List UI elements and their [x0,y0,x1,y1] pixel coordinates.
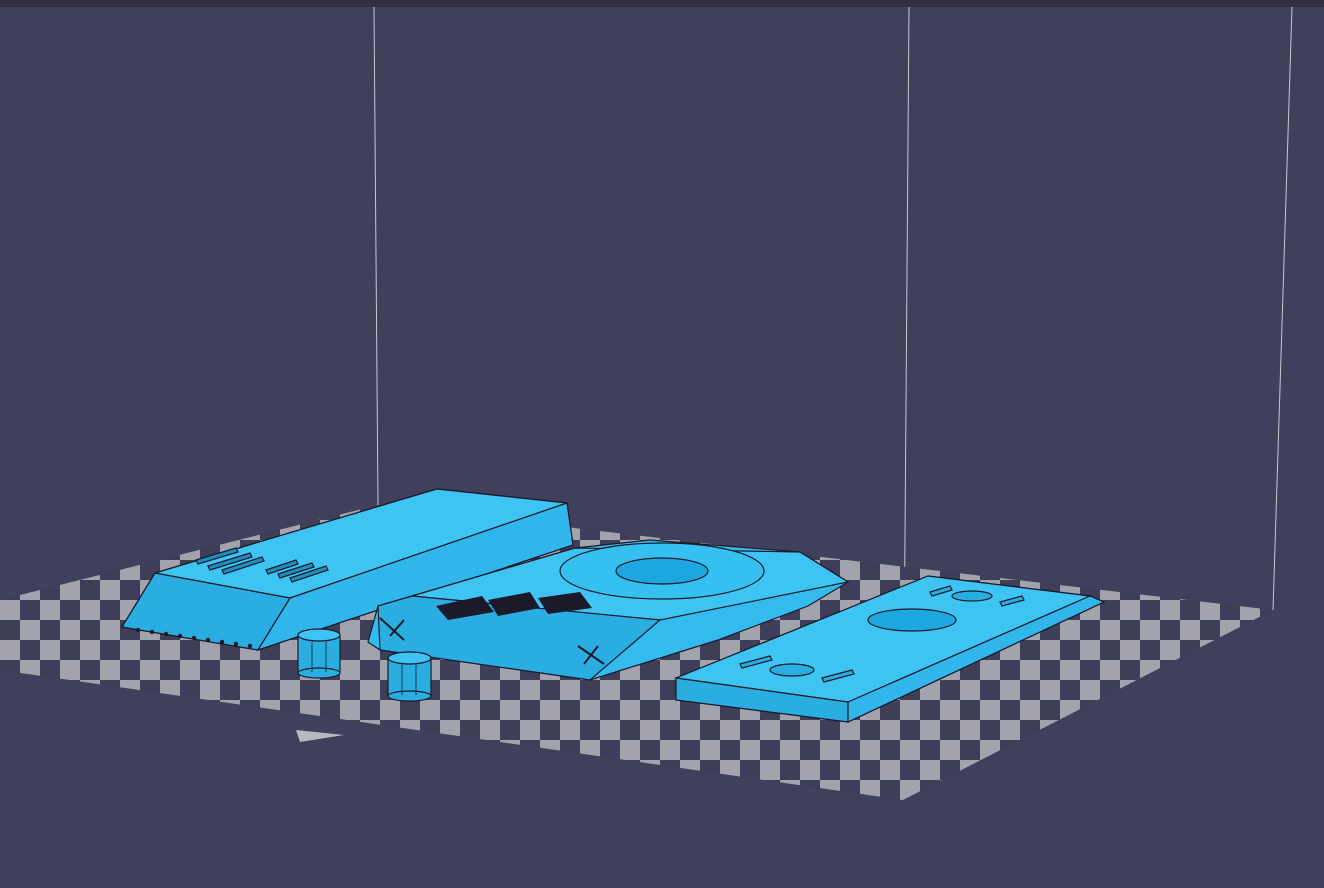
scene-canvas[interactable] [0,0,1324,888]
bed-origin-arrow [296,730,344,742]
3d-viewport[interactable] [0,0,1324,888]
small-cylinder[interactable] [387,651,432,702]
small-cylinder[interactable] [297,628,341,679]
